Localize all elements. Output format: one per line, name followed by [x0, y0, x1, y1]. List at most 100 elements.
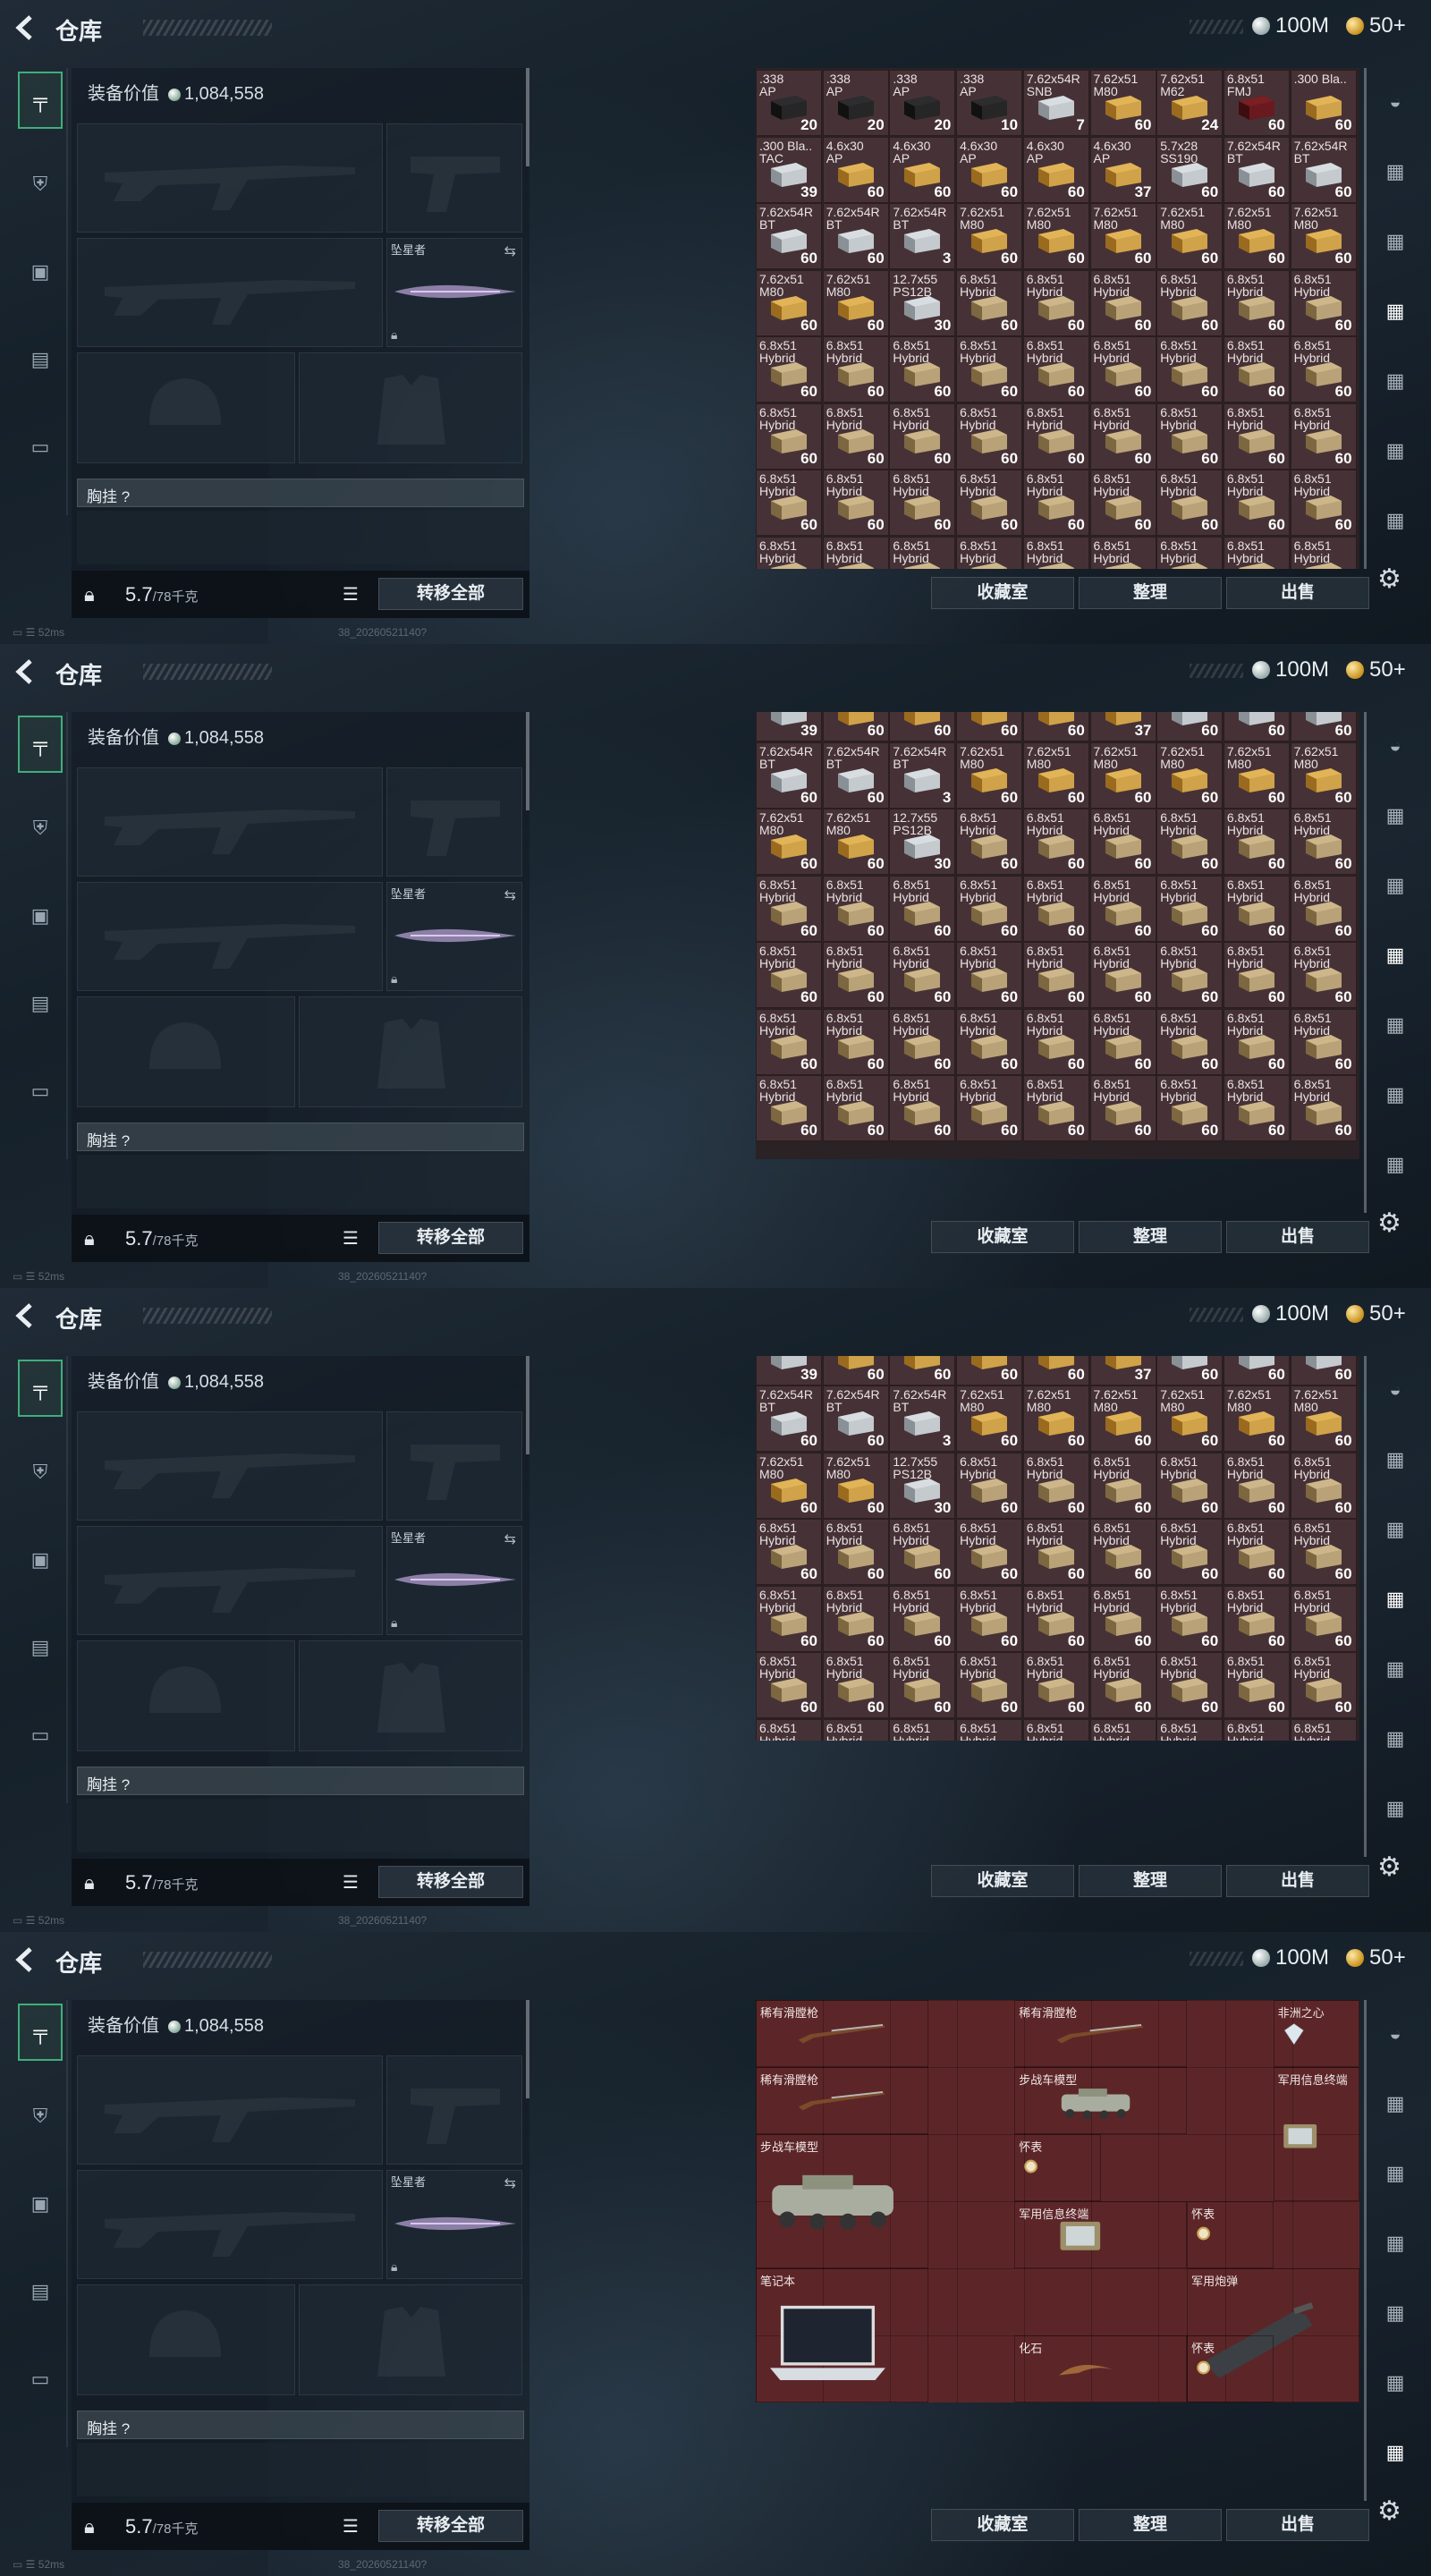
pistol-slot[interactable]: [386, 123, 522, 233]
gold-currency[interactable]: 50+: [1346, 1945, 1406, 1970]
stash-item[interactable]: 6.8x51 Hybrid60: [1022, 1075, 1089, 1142]
stash-item[interactable]: 7.62x54R BT 60: [1223, 136, 1290, 203]
stash-item[interactable]: 7.62x51 M80 60: [1022, 1385, 1089, 1453]
equipment-scrollbar[interactable]: [526, 712, 529, 810]
stash-item[interactable]: 6.8x51 Hybrid60: [1156, 402, 1224, 470]
stash-tab-icon[interactable]: ▦: [1377, 224, 1413, 259]
stash-item[interactable]: 4.6x30 AP60: [889, 712, 956, 742]
stash-item[interactable]: .338 AP 20: [889, 70, 956, 136]
stash-tab-icon[interactable]: ▦: [1377, 363, 1413, 399]
stash-item[interactable]: 6.8x51 Hybrid60: [1022, 1008, 1089, 1075]
lock-icon[interactable]: 🔒︎: [84, 583, 95, 606]
stash-item[interactable]: 4.6x30 AP37: [1089, 136, 1156, 203]
tab-weapons[interactable]: ╤: [18, 2004, 63, 2061]
lock-icon[interactable]: 🔒︎: [84, 2515, 95, 2538]
stash-item[interactable]: 6.8x51 Hybrid60: [1290, 269, 1357, 336]
tab-armor[interactable]: ⛨: [18, 1444, 63, 1501]
stash-item[interactable]: 6.8x51 Hybrid60: [1223, 1652, 1290, 1719]
sell-button[interactable]: 出售: [1226, 1221, 1369, 1253]
stash-item[interactable]: 6.8x51 Hybrid60: [1089, 1452, 1156, 1519]
stash-item[interactable]: 6.8x51 Hybrid60: [1156, 809, 1224, 876]
chest-rig-slot[interactable]: 胸挂 ?: [77, 479, 524, 507]
stash-item[interactable]: 7.62x54R BT 60: [822, 741, 889, 809]
stash-item[interactable]: 6.8x51 Hybrid60: [1089, 470, 1156, 536]
stash-item[interactable]: 4.6x30 AP60: [822, 136, 889, 203]
stash-item[interactable]: 6.8x51 Hybrid60: [889, 536, 956, 569]
stash-item[interactable]: 6.8x51 Hybrid60: [1223, 470, 1290, 536]
stash-tab-icon[interactable]: ▦: [1377, 2156, 1413, 2191]
tab-backpack[interactable]: ▣: [18, 887, 63, 945]
stash-item[interactable]: 6.8x51 Hybrid60: [889, 1008, 956, 1075]
stash-item[interactable]: 6.8x51 Hybrid60: [1089, 402, 1156, 470]
stash-item[interactable]: 6.8x51 Hybrid60: [1223, 809, 1290, 876]
stash-item[interactable]: 6.8x51 Hybrid60: [956, 1718, 1023, 1741]
transfer-all-button[interactable]: 转移全部: [378, 2510, 523, 2542]
stash-item[interactable]: 6.8x51 Hybrid60: [956, 809, 1023, 876]
swap-icon[interactable]: ⇆: [504, 242, 516, 260]
stash-item[interactable]: .338 AP 10: [956, 70, 1023, 136]
stash-scrollbar[interactable]: [1364, 1356, 1367, 1857]
back-arrow-icon[interactable]: [13, 1302, 36, 1329]
stash-item[interactable]: 7.62x51 M80 60: [1156, 741, 1224, 809]
stash-item[interactable]: 7.62x51 M80 60: [756, 1452, 822, 1519]
stash-item[interactable]: 5.7x28 SS19060: [1156, 1356, 1224, 1385]
stash-item[interactable]: 6.8x51 Hybrid60: [756, 1075, 822, 1142]
transfer-all-button[interactable]: 转移全部: [378, 1866, 523, 1898]
stash-item[interactable]: 6.8x51 Hybrid60: [1156, 336, 1224, 402]
body-armor-slot[interactable]: [299, 996, 522, 1107]
stash-item[interactable]: 6.8x51 Hybrid60: [889, 470, 956, 536]
tab-backpack[interactable]: ▣: [18, 2175, 63, 2233]
stash-item[interactable]: 6.8x51 Hybrid60: [1290, 1008, 1357, 1075]
stash-item[interactable]: 6.8x51 Hybrid60: [822, 1585, 889, 1652]
stash-item[interactable]: 6.8x51 Hybrid60: [1156, 536, 1224, 569]
stash-item[interactable]: 6.8x51 Hybrid60: [1156, 942, 1224, 1009]
stash-item[interactable]: 4.6x30 AP60: [956, 1356, 1023, 1385]
melee-slot[interactable]: 坠星者 ⇆ 🔒︎: [386, 238, 522, 347]
stash-item[interactable]: 7.62x51 M80 60: [822, 1452, 889, 1519]
stash-item[interactable]: 5.7x28 SS19060: [1156, 136, 1224, 203]
tab-briefcase[interactable]: ▭: [18, 1063, 63, 1120]
vault-button[interactable]: 收藏室: [931, 1221, 1074, 1253]
chest-rig-slot[interactable]: 胸挂 ?: [77, 1767, 524, 1795]
collection-item[interactable]: 军用信息终端: [1014, 2201, 1188, 2268]
stash-item[interactable]: 6.8x51 Hybrid60: [1223, 875, 1290, 942]
stash-item[interactable]: 7.62x51 M80 60: [822, 269, 889, 336]
stash-item[interactable]: 7.62x54R BT 60: [822, 203, 889, 269]
stash-item[interactable]: 7.62x54R SNB 7: [1022, 70, 1089, 136]
helmet-slot[interactable]: [77, 2284, 295, 2395]
stash-item[interactable]: 6.8x51 Hybrid60: [822, 1652, 889, 1719]
stash-item[interactable]: 6.8x51 Hybrid60: [1223, 1452, 1290, 1519]
stash-item[interactable]: 6.8x51 Hybrid60: [889, 1075, 956, 1142]
collection-item[interactable]: 化石: [1014, 2335, 1188, 2402]
vault-button[interactable]: 收藏室: [931, 577, 1074, 609]
stash-item[interactable]: 6.8x51 Hybrid60: [956, 269, 1023, 336]
melee-slot[interactable]: 坠星者 ⇆ 🔒︎: [386, 2170, 522, 2279]
swap-icon[interactable]: ⇆: [504, 886, 516, 904]
stash-item[interactable]: 6.8x51 Hybrid60: [956, 1585, 1023, 1652]
stash-item[interactable]: 6.8x51 Hybrid60: [1290, 1652, 1357, 1719]
stash-tab-icon[interactable]: ▦: [1377, 937, 1413, 973]
stash-item[interactable]: 6.8x51 Hybrid60: [1223, 942, 1290, 1009]
stash-item[interactable]: 6.8x51 Hybrid60: [1022, 1519, 1089, 1586]
tab-weapons[interactable]: ╤: [18, 72, 63, 129]
stash-item[interactable]: 6.8x51 Hybrid60: [822, 942, 889, 1009]
stash-item[interactable]: 6.8x51 Hybrid60: [1089, 1718, 1156, 1741]
stash-tab-icon[interactable]: ▦: [1377, 2225, 1413, 2261]
stash-item[interactable]: 6.8x51 Hybrid60: [889, 1652, 956, 1719]
sort-button[interactable]: 整理: [1079, 2509, 1222, 2541]
stash-item[interactable]: 6.8x51 Hybrid60: [1089, 1008, 1156, 1075]
stash-item[interactable]: 6.8x51 Hybrid60: [889, 1519, 956, 1586]
stash-item[interactable]: 6.8x51 Hybrid60: [1290, 336, 1357, 402]
stash-item[interactable]: 4.6x30 AP60: [889, 136, 956, 203]
list-icon[interactable]: ☰: [343, 583, 359, 606]
stash-item[interactable]: 6.8x51 Hybrid60: [1022, 336, 1089, 402]
stash-item[interactable]: 7.62x54R BT 3: [889, 203, 956, 269]
stash-tab-icon[interactable]: ▦: [1377, 1077, 1413, 1113]
stash-item[interactable]: 6.8x51 Hybrid60: [1290, 470, 1357, 536]
stash-item[interactable]: 4.6x30 AP60: [889, 1356, 956, 1385]
tab-backpack[interactable]: ▣: [18, 243, 63, 301]
helmet-slot[interactable]: [77, 996, 295, 1107]
transfer-all-button[interactable]: 转移全部: [378, 1222, 523, 1254]
stash-item[interactable]: 6.8x51 Hybrid60: [1156, 875, 1224, 942]
stash-item[interactable]: 6.8x51 Hybrid60: [1223, 1075, 1290, 1142]
